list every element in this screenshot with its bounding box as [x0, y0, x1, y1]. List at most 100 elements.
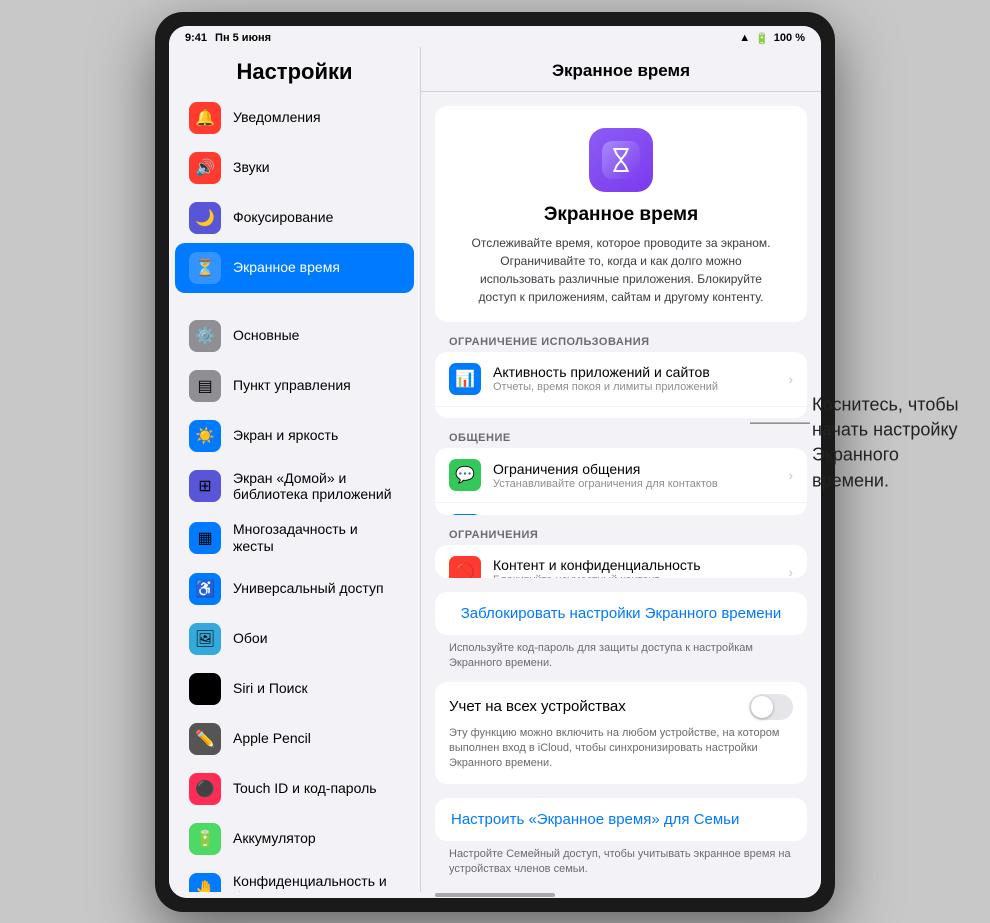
- commlimits-text: Ограничения общения Устанавливайте огран…: [493, 461, 776, 490]
- commlimits-chevron: ›: [788, 467, 793, 483]
- toggle-desc: Эту функцию можно включить на любом устр…: [449, 726, 793, 772]
- callout: Коснитесь, чтобы начать настройку Экранн…: [812, 393, 972, 494]
- sidebar-list: 🔔 Уведомления 🔊 Звуки 🌙 Фокусирование ⏳ Экранно…: [169, 93, 420, 892]
- wifi-icon: ▲: [739, 32, 750, 44]
- card-row-commsafety[interactable]: 🛡 Безопасность общения Ставьте защиту от…: [435, 503, 807, 515]
- card-usage: 📊 Активность приложений и сайтов Отчеты,…: [435, 352, 807, 419]
- callout-text: Коснитесь, чтобы начать настройку Экранн…: [812, 393, 972, 494]
- hero-section: Экранное время Отслеживайте время, котор…: [435, 106, 807, 322]
- sounds-icon: 🔊: [189, 152, 221, 184]
- accessibility-label: Универсальный доступ: [233, 580, 384, 597]
- controlcenter-label: Пункт управления: [233, 377, 351, 394]
- activity-text: Активность приложений и сайтов Отчеты, в…: [493, 364, 776, 393]
- battery-icon: 🔋: [189, 823, 221, 855]
- toggle-label: Учет на всех устройствах: [449, 698, 626, 715]
- touchid-label: Touch ID и код-пароль: [233, 780, 377, 797]
- status-time: 9:41: [185, 32, 207, 44]
- all-devices-toggle[interactable]: [749, 694, 793, 720]
- status-bar: 9:41 Пн 5 июня ▲ 🔋 100 %: [169, 26, 821, 47]
- sidebar-item-screentime[interactable]: ⏳ Экранное время: [175, 243, 414, 293]
- pencil-icon: ✏️: [189, 723, 221, 755]
- pencil-label: Apple Pencil: [233, 730, 311, 747]
- sidebar-item-wallpaper[interactable]: 🖼 Обои: [175, 614, 414, 664]
- sidebar-item-privacy[interactable]: 🤚 Конфиденциальность и безопасность: [175, 864, 414, 892]
- card-row-commlimits[interactable]: 💬 Ограничения общения Устанавливайте огр…: [435, 448, 807, 503]
- family-button[interactable]: Настроить «Экранное время» для Семьи: [435, 798, 807, 841]
- commlimits-title: Ограничения общения: [493, 461, 776, 477]
- privacy-icon: 🤚: [189, 873, 221, 891]
- screentime-label: Экранное время: [233, 259, 340, 276]
- homescreen-label: Экран «Домой» и библиотека приложений: [233, 470, 400, 504]
- homescreen-icon: ⊞: [189, 470, 221, 502]
- sidebar-item-displaybrightness[interactable]: ☀️ Экран и яркость: [175, 411, 414, 461]
- touchid-icon: ⚫: [189, 773, 221, 805]
- ipad-frame: 9:41 Пн 5 июня ▲ 🔋 100 % Настройки 🔔Увед…: [155, 12, 835, 912]
- siri-icon: ◉: [189, 673, 221, 705]
- notifications-label: Уведомления: [233, 109, 321, 126]
- card-communication: 💬 Ограничения общения Устанавливайте огр…: [435, 448, 807, 515]
- sidebar-item-pencil[interactable]: ✏️ Apple Pencil: [175, 714, 414, 764]
- sidebar-item-touchid[interactable]: ⚫ Touch ID и код-пароль: [175, 764, 414, 814]
- sidebar-item-focus[interactable]: 🌙 Фокусирование: [175, 193, 414, 243]
- content-subtitle: Блокируйте неуместный контент: [493, 574, 776, 578]
- main-content: Экранное время Экранное время: [421, 47, 821, 892]
- hero-desc: Отслеживайте время, которое проводите за…: [465, 234, 777, 306]
- family-desc: Настройте Семейный доступ, чтобы учитыва…: [421, 841, 821, 892]
- content-icon: 🚫: [449, 556, 481, 578]
- wallpaper-icon: 🖼: [189, 623, 221, 655]
- sidebar: Настройки 🔔Уведомления🔊Звуки🌙Фокусирован…: [169, 47, 421, 892]
- activity-title: Активность приложений и сайтов: [493, 364, 776, 380]
- toggle-card: Учет на всех устройствах Эту функцию мож…: [435, 682, 807, 784]
- home-bar: [435, 893, 555, 897]
- content-chevron: ›: [788, 564, 793, 578]
- multitasking-icon: ▦: [189, 522, 221, 554]
- commlimits-subtitle: Устанавливайте ограничения для контактов: [493, 478, 776, 490]
- activity-icon: 📊: [449, 363, 481, 395]
- general-label: Основные: [233, 327, 299, 344]
- wallpaper-label: Обои: [233, 630, 268, 647]
- focus-icon: 🌙: [189, 202, 221, 234]
- battery-label: Аккумулятор: [233, 830, 316, 847]
- sidebar-item-homescreen[interactable]: ⊞ Экран «Домой» и библиотека приложений: [175, 461, 414, 513]
- card-restrictions: 🚫 Контент и конфиденциальность Блокируйт…: [435, 545, 807, 578]
- sidebar-item-controlcenter[interactable]: ▤ Пункт управления: [175, 361, 414, 411]
- accessibility-icon: ♿: [189, 573, 221, 605]
- content-text: Контент и конфиденциальность Блокируйте …: [493, 557, 776, 578]
- section-label-restrictions: ОГРАНИЧЕНИЯ: [421, 515, 821, 545]
- general-icon: ⚙️: [189, 320, 221, 352]
- lock-btn-label: Заблокировать настройки Экранного времен…: [451, 605, 791, 622]
- displaybrightness-label: Экран и яркость: [233, 427, 338, 444]
- sidebar-divider: [169, 293, 420, 311]
- screentime-hero-icon: [589, 128, 653, 192]
- sidebar-item-sounds[interactable]: 🔊 Звуки: [175, 143, 414, 193]
- screentime-icon: ⏳: [189, 252, 221, 284]
- lock-desc: Используйте код-пароль для защиты доступ…: [421, 635, 821, 674]
- sidebar-item-siri[interactable]: ◉ Siri и Поиск: [175, 664, 414, 714]
- main-header: Экранное время: [421, 47, 821, 92]
- card-row-distance[interactable]: ≈ Расстояние до экрана Снижайте напряжен…: [435, 407, 807, 419]
- sidebar-item-general[interactable]: ⚙️ Основные: [175, 311, 414, 361]
- controlcenter-icon: ▤: [189, 370, 221, 402]
- notifications-icon: 🔔: [189, 102, 221, 134]
- sounds-label: Звуки: [233, 159, 270, 176]
- content-title: Контент и конфиденциальность: [493, 557, 776, 573]
- hero-title: Экранное время: [544, 204, 698, 226]
- card-row-activity[interactable]: 📊 Активность приложений и сайтов Отчеты,…: [435, 352, 807, 407]
- multitasking-label: Многозадачность и жесты: [233, 521, 400, 555]
- sidebar-item-notifications[interactable]: 🔔 Уведомления: [175, 93, 414, 143]
- callout-line: [750, 423, 810, 424]
- activity-chevron: ›: [788, 371, 793, 387]
- sidebar-item-battery[interactable]: 🔋 Аккумулятор: [175, 814, 414, 864]
- home-indicator: [169, 892, 821, 898]
- sidebar-item-accessibility[interactable]: ♿ Универсальный доступ: [175, 564, 414, 614]
- status-day: Пн 5 июня: [215, 32, 271, 44]
- sidebar-item-multitasking[interactable]: ▦ Многозадачность и жесты: [175, 512, 414, 564]
- card-row-content[interactable]: 🚫 Контент и конфиденциальность Блокируйт…: [435, 545, 807, 578]
- privacy-label: Конфиденциальность и безопасность: [233, 873, 400, 892]
- battery-icon: 🔋: [755, 32, 769, 45]
- family-btn-label: Настроить «Экранное время» для Семьи: [451, 811, 791, 828]
- displaybrightness-icon: ☀️: [189, 420, 221, 452]
- siri-label: Siri и Поиск: [233, 680, 308, 697]
- lock-button[interactable]: Заблокировать настройки Экранного времен…: [435, 592, 807, 635]
- focus-label: Фокусирование: [233, 209, 333, 226]
